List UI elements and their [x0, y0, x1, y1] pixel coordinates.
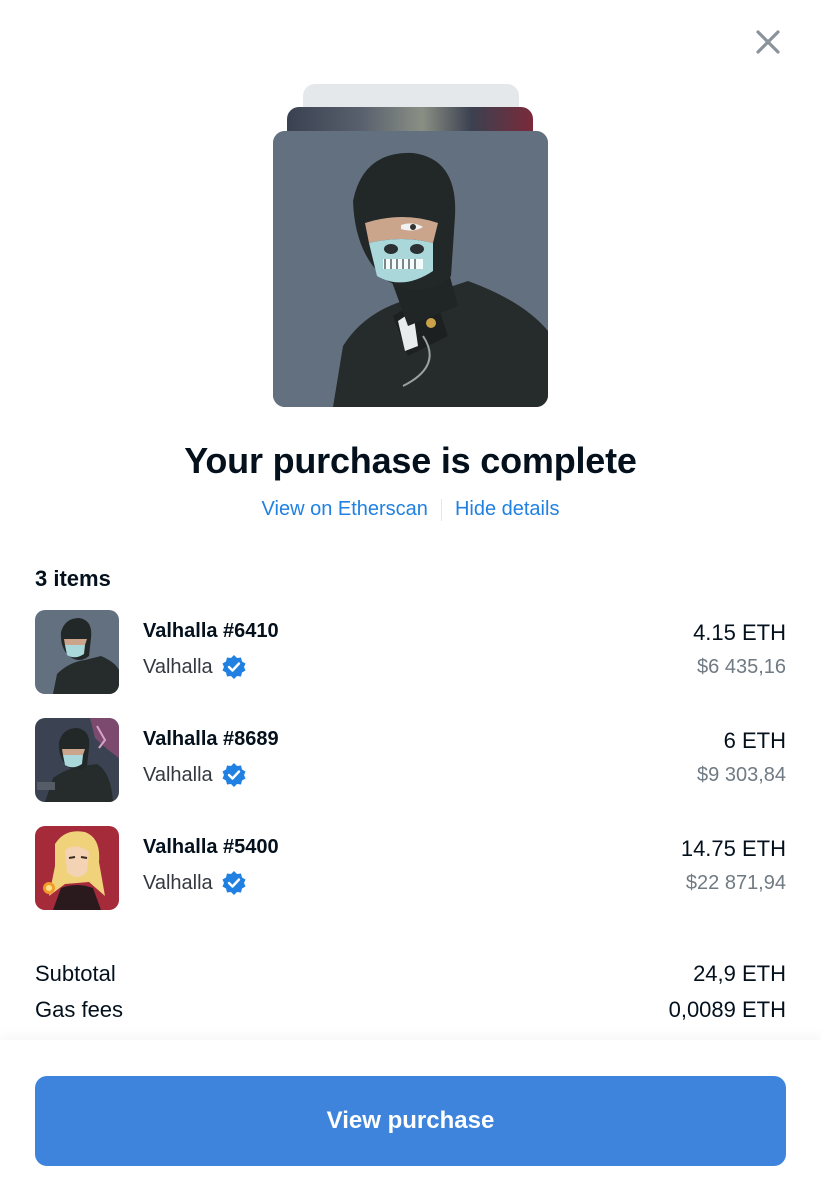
item-collection[interactable]: Valhalla: [143, 870, 247, 896]
collection-name: Valhalla: [143, 871, 213, 894]
list-item[interactable]: Valhalla #6410 Valhalla 4.15 ETH $6 435,…: [35, 610, 786, 694]
gas-fees-label: Gas fees: [35, 997, 124, 1022]
page-title: Your purchase is complete: [184, 440, 637, 481]
item-price-usd: $9 303,84: [697, 764, 786, 786]
subtotal-row: Subtotal 24,9 ETH: [35, 961, 786, 987]
gas-fees-row: Gas fees 0,0089 ETH: [35, 997, 786, 1023]
item-collection[interactable]: Valhalla: [143, 762, 247, 788]
view-on-etherscan-link[interactable]: View on Etherscan: [262, 498, 428, 521]
item-price-usd: $22 871,94: [685, 872, 786, 894]
items-count: 3 items: [35, 566, 111, 591]
item-collection[interactable]: Valhalla: [143, 654, 247, 680]
view-purchase-button[interactable]: View purchase: [35, 1076, 786, 1166]
link-divider: [440, 498, 442, 521]
subtotal-label: Subtotal: [35, 961, 116, 986]
item-name: Valhalla #5400: [143, 836, 279, 858]
item-price-usd: $6 435,16: [697, 656, 786, 678]
collection-name: Valhalla: [143, 763, 213, 786]
gas-fees-value: 0,0089 ETH: [668, 997, 786, 1022]
item-thumbnail: [35, 826, 119, 910]
purchased-nft-image: [273, 131, 548, 407]
subtotal-value: 24,9 ETH: [693, 961, 786, 986]
list-item[interactable]: Valhalla #5400 Valhalla 14.75 ETH $22 87…: [35, 826, 786, 910]
item-price-eth: 6 ETH: [723, 728, 786, 753]
list-item[interactable]: Valhalla #8689 Valhalla 6 ETH $9 303,84: [35, 718, 786, 802]
close-icon: [756, 30, 780, 54]
item-price-eth: 14.75 ETH: [680, 836, 786, 861]
verified-badge-icon: [222, 871, 246, 895]
hide-details-link[interactable]: Hide details: [455, 498, 560, 521]
action-links: View on Etherscan Hide details: [0, 498, 821, 521]
item-price-eth: 4.15 ETH: [693, 620, 786, 645]
verified-badge-icon: [222, 763, 246, 787]
verified-badge-icon: [222, 655, 246, 679]
close-button[interactable]: [752, 26, 784, 58]
collection-name: Valhalla: [143, 655, 213, 678]
purchase-complete-modal: Your purchase is complete View on Ethers…: [0, 0, 821, 1200]
item-thumbnail: [35, 718, 119, 802]
item-name: Valhalla #8689: [143, 728, 279, 750]
item-name: Valhalla #6410: [143, 620, 279, 642]
item-thumbnail: [35, 610, 119, 694]
